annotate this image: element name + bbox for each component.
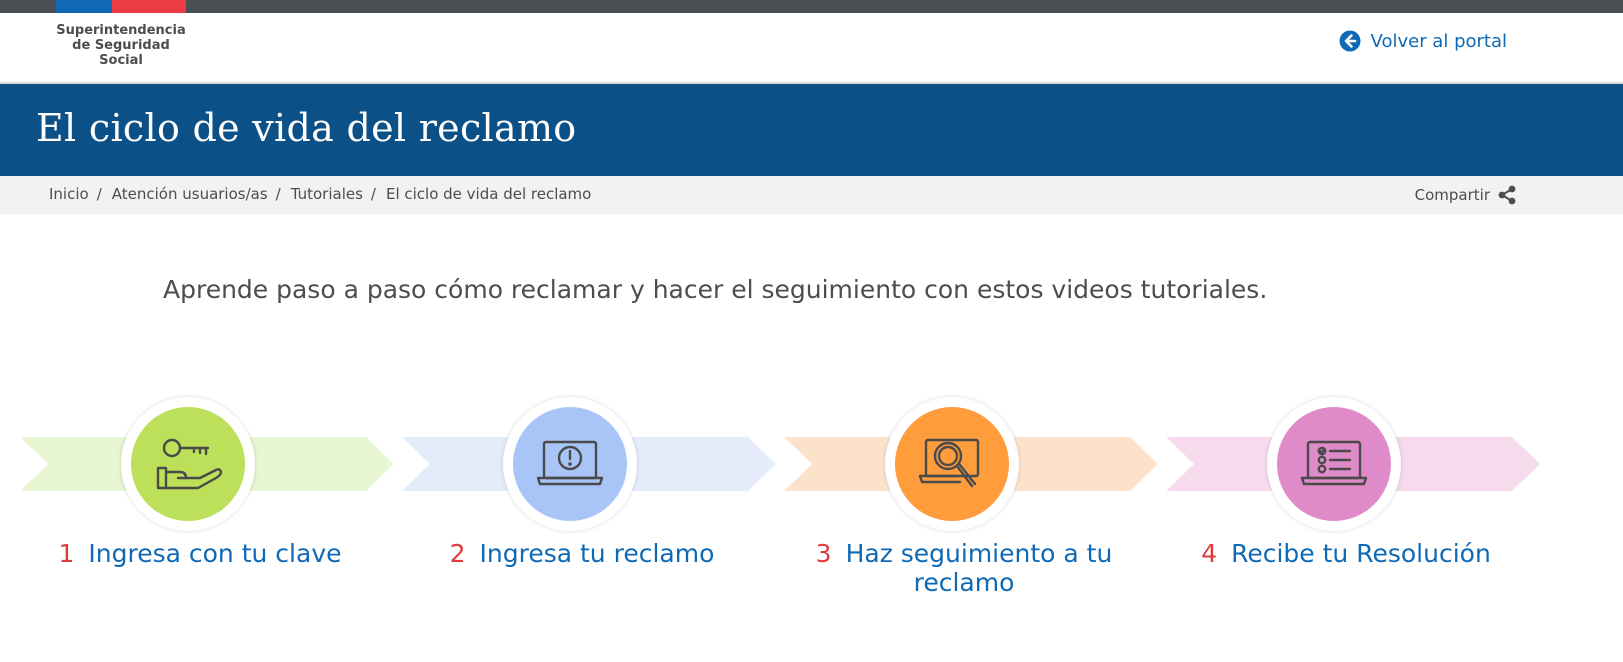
step-1[interactable]: 1 Ingresa con tu clave xyxy=(0,395,394,625)
step-title: Recibe tu Resolución xyxy=(1231,539,1491,568)
step-number: 4 xyxy=(1201,539,1218,568)
breadcrumb-inicio[interactable]: Inicio xyxy=(49,185,89,203)
step-label[interactable]: 2 Ingresa tu reclamo xyxy=(422,539,742,568)
laptop-checklist-icon xyxy=(1300,440,1368,486)
logo-line-1: Superintendencia xyxy=(56,23,186,38)
step-2[interactable]: 2 Ingresa tu reclamo xyxy=(382,395,776,625)
step-title: Ingresa con tu clave xyxy=(88,539,342,568)
breadcrumb-separator: / xyxy=(275,185,281,203)
step-4[interactable]: 4 Recibe tu Resolución xyxy=(1146,395,1540,625)
key-hand-icon xyxy=(156,438,223,490)
step-icon-ring xyxy=(121,397,255,531)
laptop-search-icon xyxy=(918,438,980,488)
share-icon xyxy=(1498,185,1516,205)
step-icon-circle xyxy=(895,407,1009,521)
logo-line-3: Social xyxy=(99,53,143,68)
title-band: El ciclo de vida del reclamo xyxy=(0,84,1623,176)
step-3[interactable]: 3 Haz seguimiento a tu reclamo xyxy=(764,395,1158,625)
step-icon-ring xyxy=(885,397,1019,531)
flag-blue-stripe xyxy=(56,0,112,13)
step-icon-circle xyxy=(1277,407,1391,521)
arrow-left-circle-icon xyxy=(1339,30,1361,52)
intro-text: Aprende paso a paso cómo reclamar y hace… xyxy=(163,275,1268,304)
step-icon-ring xyxy=(1267,397,1401,531)
site-logo[interactable]: Superintendencia de Seguridad Social xyxy=(56,23,186,68)
breadcrumb-current-page: El ciclo de vida del reclamo xyxy=(385,185,592,203)
step-label[interactable]: 1 Ingresa con tu clave xyxy=(40,539,360,568)
step-number: 1 xyxy=(58,539,75,568)
share-button[interactable]: Compartir xyxy=(1415,185,1517,205)
step-icon-ring xyxy=(503,397,637,531)
step-icon-circle xyxy=(513,407,627,521)
steps-timeline: 1 Ingresa con tu clave 2 Ingresa tu recl… xyxy=(0,395,1623,625)
breadcrumb-separator: / xyxy=(370,185,376,203)
laptop-alert-icon xyxy=(536,440,604,486)
share-label: Compartir xyxy=(1414,186,1490,204)
site-header: Superintendencia de Seguridad Social Vol… xyxy=(0,13,1623,84)
step-title: Ingresa tu reclamo xyxy=(479,539,715,568)
logo-line-2: de Seguridad xyxy=(72,38,170,53)
page-title: El ciclo de vida del reclamo xyxy=(36,106,577,150)
back-to-portal-link[interactable]: Volver al portal xyxy=(1339,30,1507,52)
flag-red-stripe xyxy=(112,0,186,13)
step-title: Haz seguimiento a tu reclamo xyxy=(845,539,1113,597)
step-label[interactable]: 4 Recibe tu Resolución xyxy=(1186,539,1506,568)
step-icon-circle xyxy=(131,407,245,521)
breadcrumb-atencion-usuarios[interactable]: Atención usuarios/as xyxy=(112,185,268,203)
breadcrumb-tutoriales[interactable]: Tutoriales xyxy=(291,185,363,203)
back-to-portal-label: Volver al portal xyxy=(1370,30,1507,52)
step-label[interactable]: 3 Haz seguimiento a tu reclamo xyxy=(804,539,1124,597)
top-color-bar xyxy=(0,0,1623,13)
breadcrumb-bar: Inicio / Atención usuarios/as / Tutorial… xyxy=(0,176,1623,214)
step-number: 2 xyxy=(449,539,466,568)
step-number: 3 xyxy=(815,539,832,568)
breadcrumb: Inicio / Atención usuarios/as / Tutorial… xyxy=(49,185,591,203)
breadcrumb-separator: / xyxy=(96,185,102,203)
